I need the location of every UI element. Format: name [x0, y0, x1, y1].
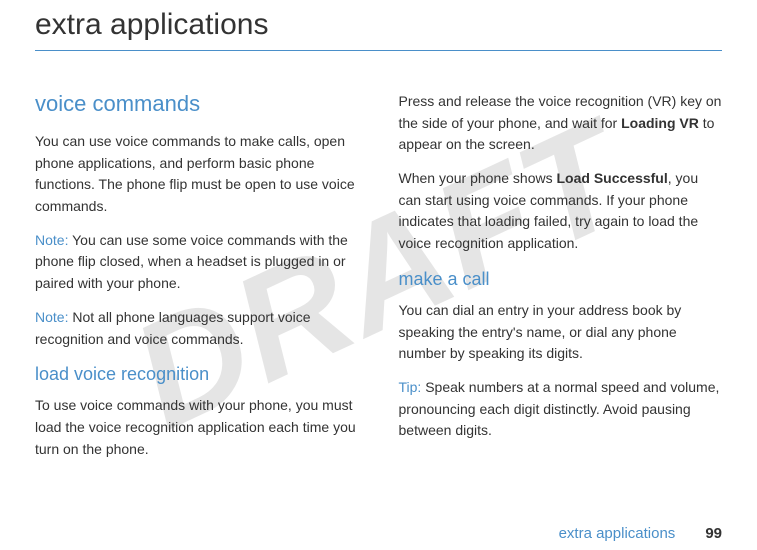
left-column: voice commands You can use voice command… [35, 91, 359, 472]
tip-label: Tip: [399, 379, 422, 395]
subsection-load-voice-recognition: load voice recognition [35, 364, 359, 385]
page-footer: extra applications 99 [559, 525, 722, 542]
body-paragraph: You can dial an entry in your address bo… [399, 300, 723, 365]
note-text: You can use some voice commands with the… [35, 232, 348, 291]
page-content: extra applications voice commands You ca… [0, 0, 757, 472]
tip-paragraph: Tip: Speak numbers at a normal speed and… [399, 377, 723, 442]
tip-text: Speak numbers at a normal speed and volu… [399, 379, 720, 438]
section-voice-commands: voice commands [35, 91, 359, 117]
note-label: Note: [35, 309, 68, 325]
body-paragraph: You can use voice commands to make calls… [35, 131, 359, 218]
body-paragraph: Press and release the voice recognition … [399, 91, 723, 156]
page-number: 99 [705, 525, 722, 542]
footer-section-title: extra applications [559, 525, 676, 542]
note-text: Not all phone languages support voice re… [35, 309, 311, 347]
page-title: extra applications [35, 0, 722, 51]
note-paragraph: Note: Not all phone languages support vo… [35, 307, 359, 350]
bold-text: Load Successful [556, 170, 667, 186]
body-text: When your phone shows [399, 170, 557, 186]
subsection-make-a-call: make a call [399, 269, 723, 290]
body-paragraph: When your phone shows Load Successful, y… [399, 168, 723, 255]
note-label: Note: [35, 232, 68, 248]
bold-text: Loading VR [621, 115, 699, 131]
right-column: Press and release the voice recognition … [399, 91, 723, 472]
body-paragraph: To use voice commands with your phone, y… [35, 395, 359, 460]
column-container: voice commands You can use voice command… [35, 91, 722, 472]
note-paragraph: Note: You can use some voice commands wi… [35, 230, 359, 295]
